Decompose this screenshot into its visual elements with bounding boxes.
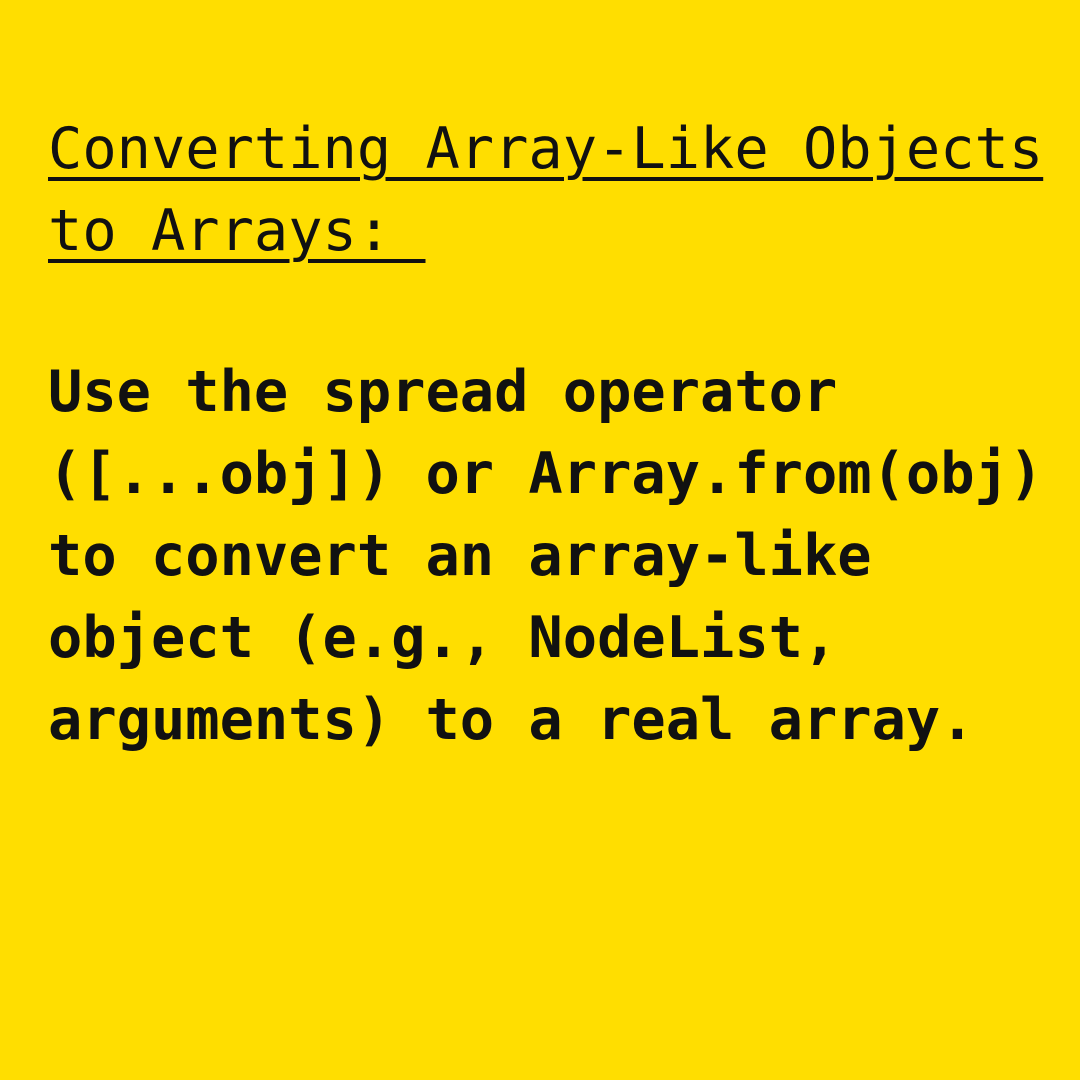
body-line-2: ([...obj]) or Array.from(obj) (48, 441, 1044, 507)
body-line-5: arguments) to a real array. (48, 687, 975, 753)
tip-heading: Converting Array-Like Objects to Arrays: (48, 108, 1080, 272)
body-line-3: to convert an array-like (48, 523, 872, 589)
body-line-1: Use the spread operator (48, 359, 838, 425)
tip-body: Use the spread operator ([...obj]) or Ar… (48, 351, 1080, 761)
body-line-4: object (e.g., NodeList, (48, 605, 838, 671)
tip-card: Converting Array-Like Objects to Arrays:… (0, 0, 1080, 1080)
heading-line-2: to Arrays: (48, 198, 426, 264)
heading-line-1: Converting Array-Like Objects (48, 116, 1044, 182)
